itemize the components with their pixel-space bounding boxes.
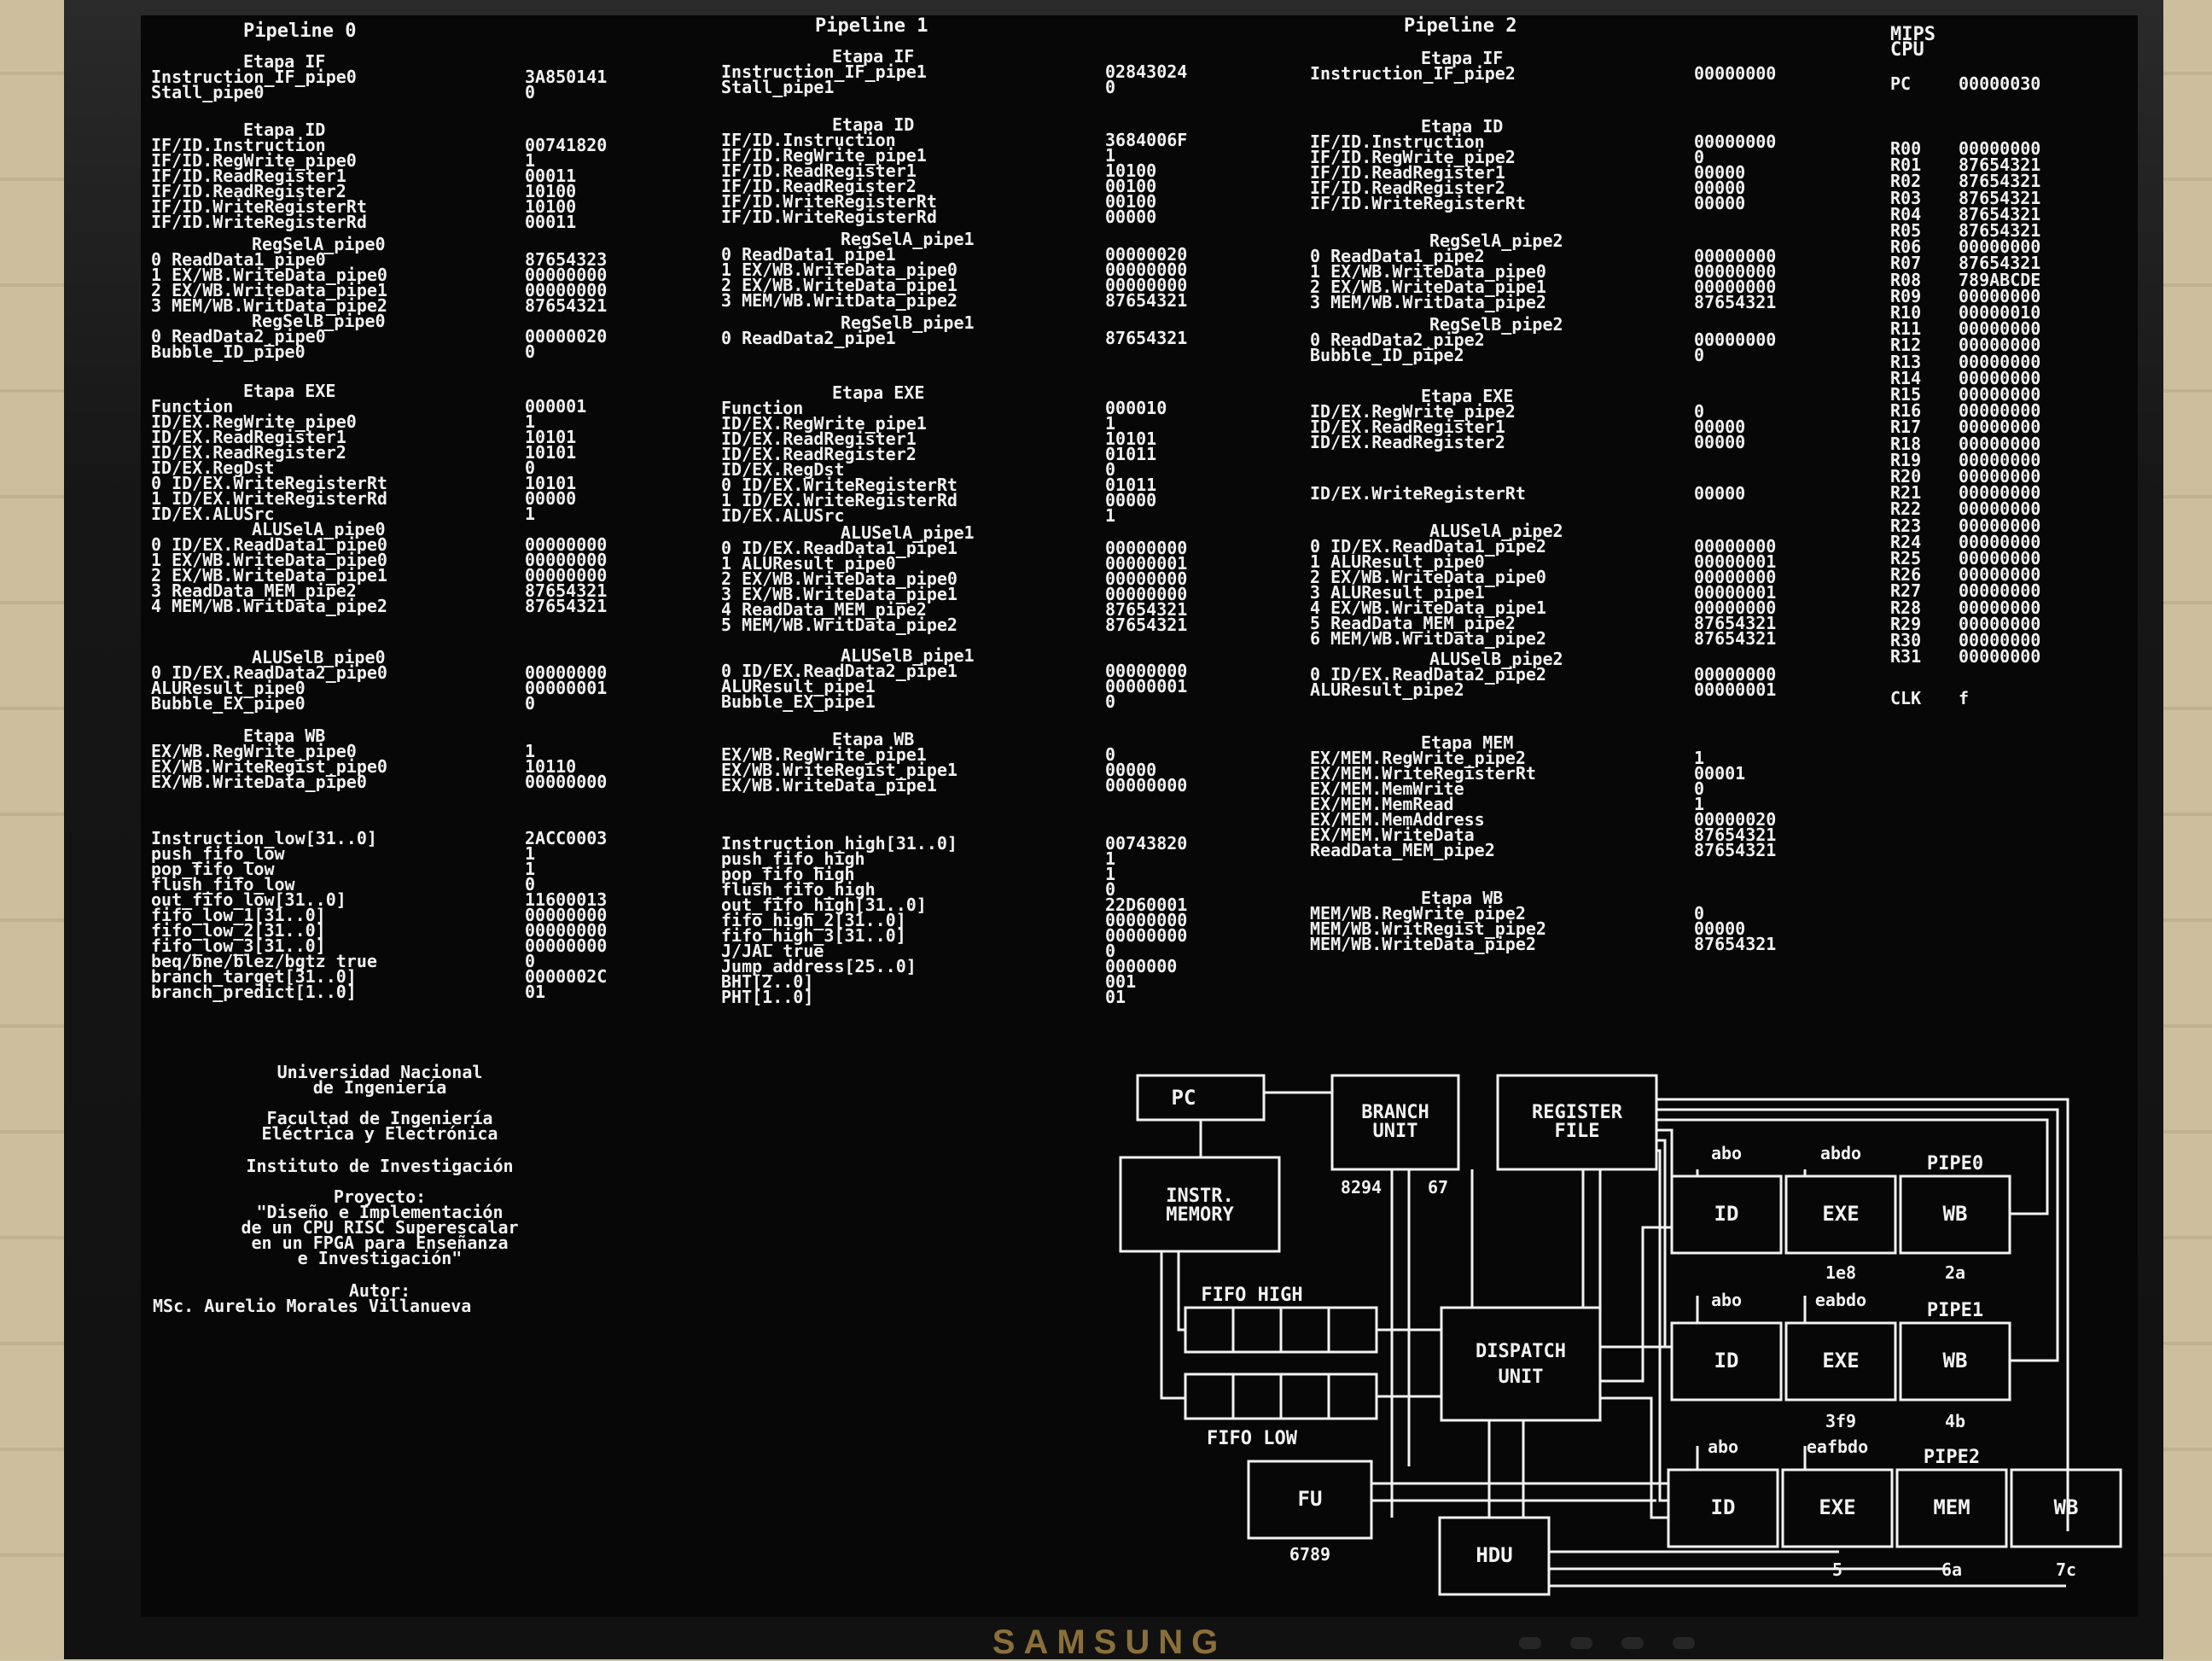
pipe1-exe-outputs: 3f9 <box>1825 1411 1856 1431</box>
pipe2-label: PIPE2 <box>1924 1447 1980 1468</box>
fu-inputs: 6789 <box>1289 1544 1330 1565</box>
pc-label: PC <box>1172 1086 1196 1110</box>
pipe1-id-ports: abo <box>1711 1290 1742 1310</box>
dispatch-unit-label-2: UNIT <box>1499 1367 1544 1388</box>
monitor-screen: Pipeline 0 Pipeline 1 Pipeline 2 MIPS CP… <box>141 15 2138 1617</box>
branch-unit-inputs-2: 67 <box>1428 1177 1448 1198</box>
pipe1-wb-outputs: 4b <box>1945 1411 1965 1431</box>
fu-label: FU <box>1298 1487 1323 1511</box>
pipe2-wb-label: WB <box>2054 1495 2079 1519</box>
pipe0-id-label: ID <box>1714 1202 1739 1226</box>
monitor-brand: SAMSUNG <box>992 1623 1227 1661</box>
pipe0-exe-label: EXE <box>1822 1202 1859 1226</box>
monitor-button[interactable] <box>1519 1637 1541 1649</box>
pipe2-id-ports: abo <box>1708 1437 1738 1457</box>
dispatch-unit-block <box>1440 1306 1602 1422</box>
fifo-low-label: FIFO LOW <box>1207 1428 1298 1449</box>
monitor-button[interactable] <box>1673 1637 1695 1649</box>
pipe2-wb-outputs: 7c <box>2056 1559 2076 1580</box>
pipe2-exe-outputs: 5 <box>1832 1559 1842 1580</box>
dispatch-unit-label: DISPATCH <box>1476 1341 1566 1362</box>
pipe2-exe-ports: eafbdo <box>1807 1437 1868 1457</box>
pipe0-exe-outputs: 1e8 <box>1825 1262 1856 1283</box>
pipe0-wb-label: WB <box>1943 1202 1968 1226</box>
instr-memory-label-2: MEMORY <box>1166 1204 1234 1226</box>
monitor-button[interactable] <box>1621 1637 1644 1649</box>
pipe1-wb-label: WB <box>1943 1349 1968 1373</box>
pipe0-wb-outputs: 2a <box>1945 1262 1965 1283</box>
cpu-block-diagram: PC BRANCH UNIT REGISTER FILE INSTR. MEMO… <box>1119 1074 2122 1596</box>
pipe2-mem-outputs: 6a <box>1941 1559 1962 1580</box>
pc-block <box>1136 1074 1266 1122</box>
pipe0-label: PIPE0 <box>1927 1153 1983 1174</box>
branch-unit-inputs: 8294 <box>1341 1177 1382 1198</box>
pipe0-exe-ports: abdo <box>1820 1143 1861 1163</box>
pipe2-id-label: ID <box>1711 1495 1736 1519</box>
register-file-label-2: FILE <box>1555 1121 1600 1142</box>
fifo-high-label: FIFO HIGH <box>1201 1285 1302 1306</box>
pipe1-id-label: ID <box>1714 1349 1739 1373</box>
branch-unit-label-2: UNIT <box>1373 1121 1418 1142</box>
hdu-label: HDU <box>1476 1543 1512 1567</box>
pipe0-id-ports: abo <box>1711 1143 1742 1163</box>
pipe2-mem-label: MEM <box>1933 1495 1970 1519</box>
pipe1-exe-ports: eabdo <box>1815 1290 1866 1310</box>
monitor-button[interactable] <box>1570 1637 1592 1649</box>
pipe1-exe-label: EXE <box>1822 1349 1859 1373</box>
pipe2-exe-label: EXE <box>1819 1495 1855 1519</box>
pipe1-label: PIPE1 <box>1927 1300 1983 1321</box>
